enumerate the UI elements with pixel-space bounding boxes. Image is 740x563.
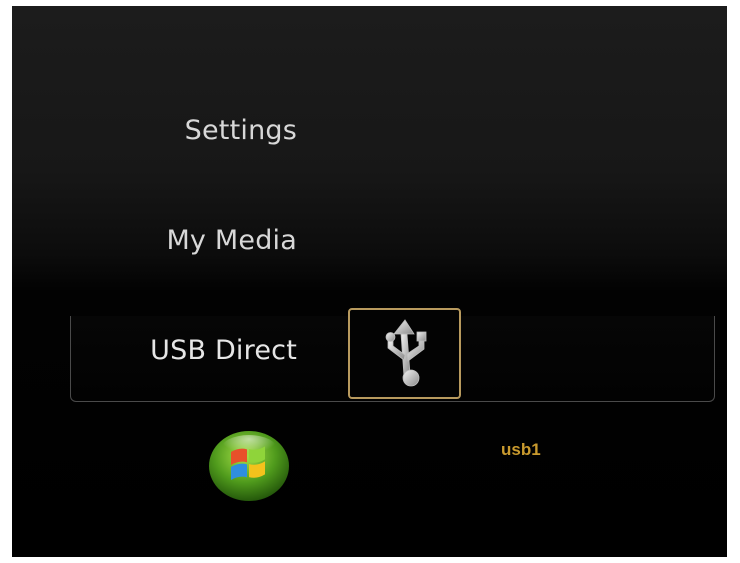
menu-item-settings[interactable]: Settings xyxy=(185,115,297,146)
menu-item-my-media[interactable]: My Media xyxy=(166,225,297,256)
device-label-usb1[interactable]: usb1 xyxy=(501,440,541,460)
usb-icon xyxy=(385,318,426,386)
windows-media-center-logo[interactable] xyxy=(207,429,291,503)
usb-direct-tile[interactable] xyxy=(348,308,461,399)
media-center-screen: Settings My Media USB Direct usb1 xyxy=(12,6,727,557)
menu-item-usb-direct[interactable]: USB Direct xyxy=(150,335,297,366)
